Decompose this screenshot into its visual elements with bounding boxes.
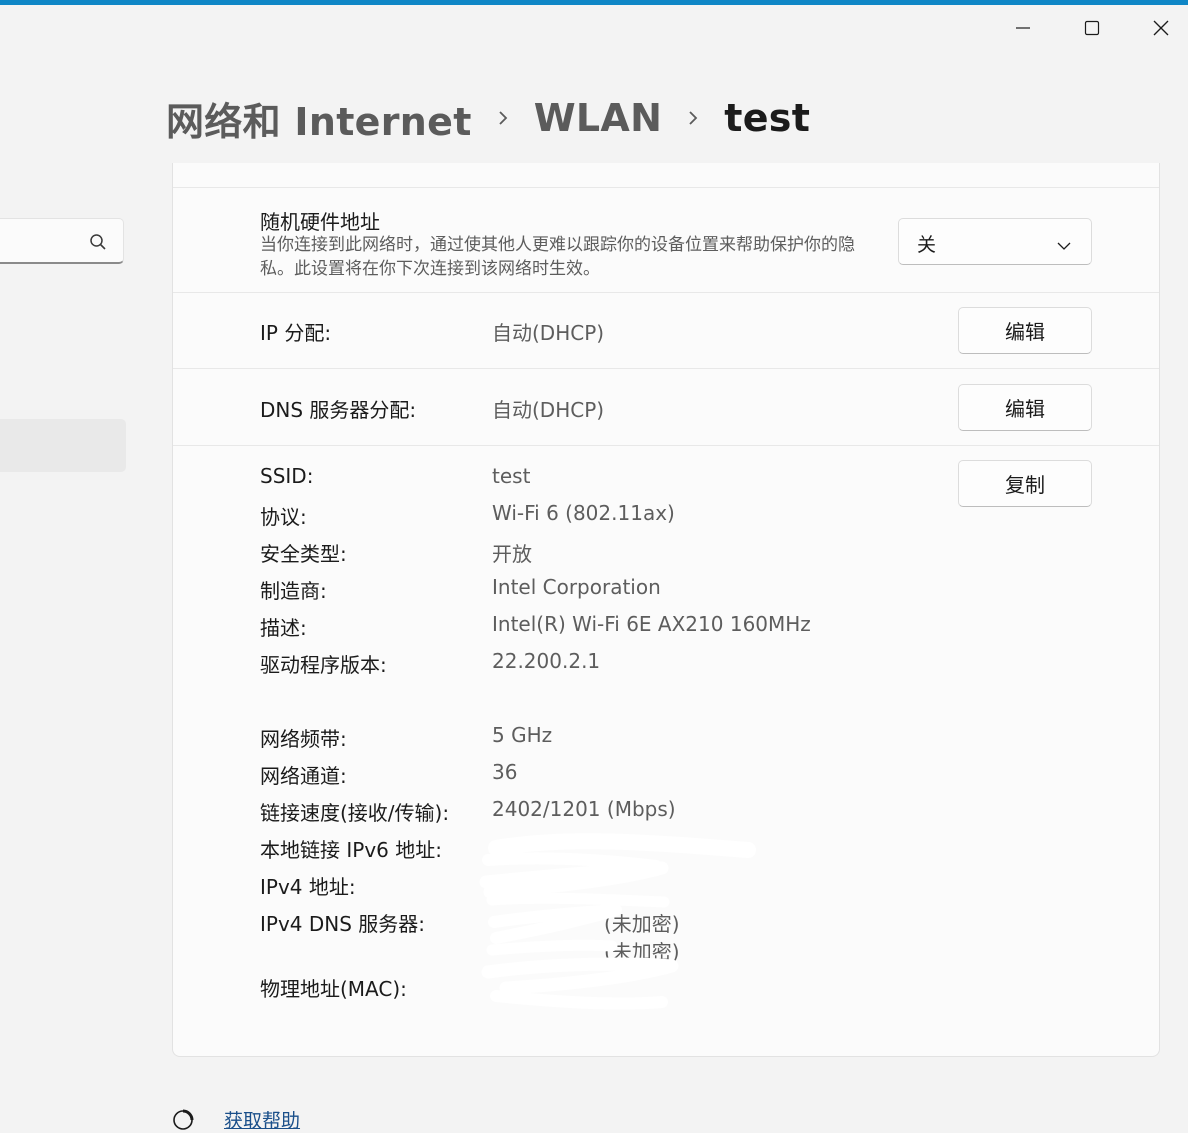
property-value: test bbox=[492, 464, 531, 488]
search-icon bbox=[89, 233, 107, 255]
property-label: 安全类型: bbox=[260, 542, 347, 566]
divider bbox=[173, 368, 1159, 369]
property-label: 协议: bbox=[260, 505, 307, 529]
property-value: 开放 bbox=[492, 542, 532, 566]
dns-assignment-label: DNS 服务器分配: bbox=[260, 398, 417, 422]
get-help-label: 获取帮助 bbox=[224, 1110, 301, 1132]
property-value: 5 GHz bbox=[492, 723, 553, 747]
property-label: 网络通道: bbox=[260, 764, 347, 788]
random-mac-selected-value: 关 bbox=[917, 234, 937, 256]
property-value: 2402/1201 (Mbps) bbox=[492, 797, 676, 821]
ip-assignment-label: IP 分配: bbox=[260, 321, 332, 345]
divider bbox=[173, 292, 1159, 293]
dns-assignment-value: 自动(DHCP) bbox=[492, 398, 605, 422]
settings-search-input[interactable] bbox=[0, 218, 124, 264]
property-value: 22.200.2.1 bbox=[492, 649, 601, 673]
chevron-right-icon bbox=[496, 108, 510, 128]
chevron-right-icon bbox=[686, 108, 700, 128]
property-label: 物理地址(MAC): bbox=[260, 977, 407, 1001]
random-mac-description: 当你连接到此网络时，通过使其他人更难以跟踪你的设备位置来帮助保护你的隐私。此设置… bbox=[260, 235, 855, 279]
property-label: 本地链接 IPv6 地址: bbox=[260, 838, 442, 862]
random-mac-title: 随机硬件地址 bbox=[260, 210, 380, 234]
minimize-button[interactable] bbox=[1001, 10, 1045, 46]
property-value: 36 bbox=[492, 760, 518, 784]
close-button[interactable] bbox=[1139, 10, 1183, 46]
property-label: 制造商: bbox=[260, 579, 327, 603]
random-mac-dropdown[interactable]: 关 bbox=[898, 218, 1092, 265]
breadcrumb-item-wlan[interactable]: WLAN bbox=[534, 96, 663, 140]
sidebar-item-selected[interactable] bbox=[0, 419, 126, 472]
minimize-icon bbox=[1016, 27, 1030, 29]
property-label: 描述: bbox=[260, 616, 307, 640]
window-accent-bar bbox=[0, 0, 1188, 5]
chevron-down-icon bbox=[1057, 236, 1071, 255]
redaction-scribble bbox=[479, 833, 756, 1010]
help-icon bbox=[173, 1109, 194, 1130]
property-label: SSID: bbox=[260, 464, 314, 488]
divider bbox=[173, 445, 1159, 446]
breadcrumb-current: test bbox=[724, 96, 811, 140]
property-value: Intel(R) Wi-Fi 6E AX210 160MHz bbox=[492, 612, 811, 636]
property-label: IPv4 DNS 服务器: bbox=[260, 912, 426, 936]
property-label: 链接速度(接收/传输): bbox=[260, 801, 450, 825]
edit-ip-button[interactable]: 编辑 bbox=[958, 307, 1092, 354]
close-icon bbox=[1153, 20, 1169, 36]
breadcrumb-item-network[interactable]: 网络和 Internet bbox=[166, 91, 472, 146]
get-help-link[interactable]: 获取帮助 bbox=[172, 1106, 300, 1133]
ip-assignment-value: 自动(DHCP) bbox=[492, 321, 605, 345]
breadcrumb: 网络和 Internet WLAN test bbox=[166, 88, 810, 148]
divider bbox=[173, 187, 1159, 188]
maximize-button[interactable] bbox=[1070, 10, 1114, 46]
property-label: 驱动程序版本: bbox=[260, 653, 387, 677]
property-value: Intel Corporation bbox=[492, 575, 661, 599]
copy-properties-button[interactable]: 复制 bbox=[958, 460, 1092, 507]
edit-dns-button[interactable]: 编辑 bbox=[958, 384, 1092, 431]
maximize-icon bbox=[1084, 20, 1100, 36]
property-label: IPv4 地址: bbox=[260, 875, 356, 899]
property-value: Wi-Fi 6 (802.11ax) bbox=[492, 501, 675, 525]
property-label: 网络频带: bbox=[260, 727, 347, 751]
